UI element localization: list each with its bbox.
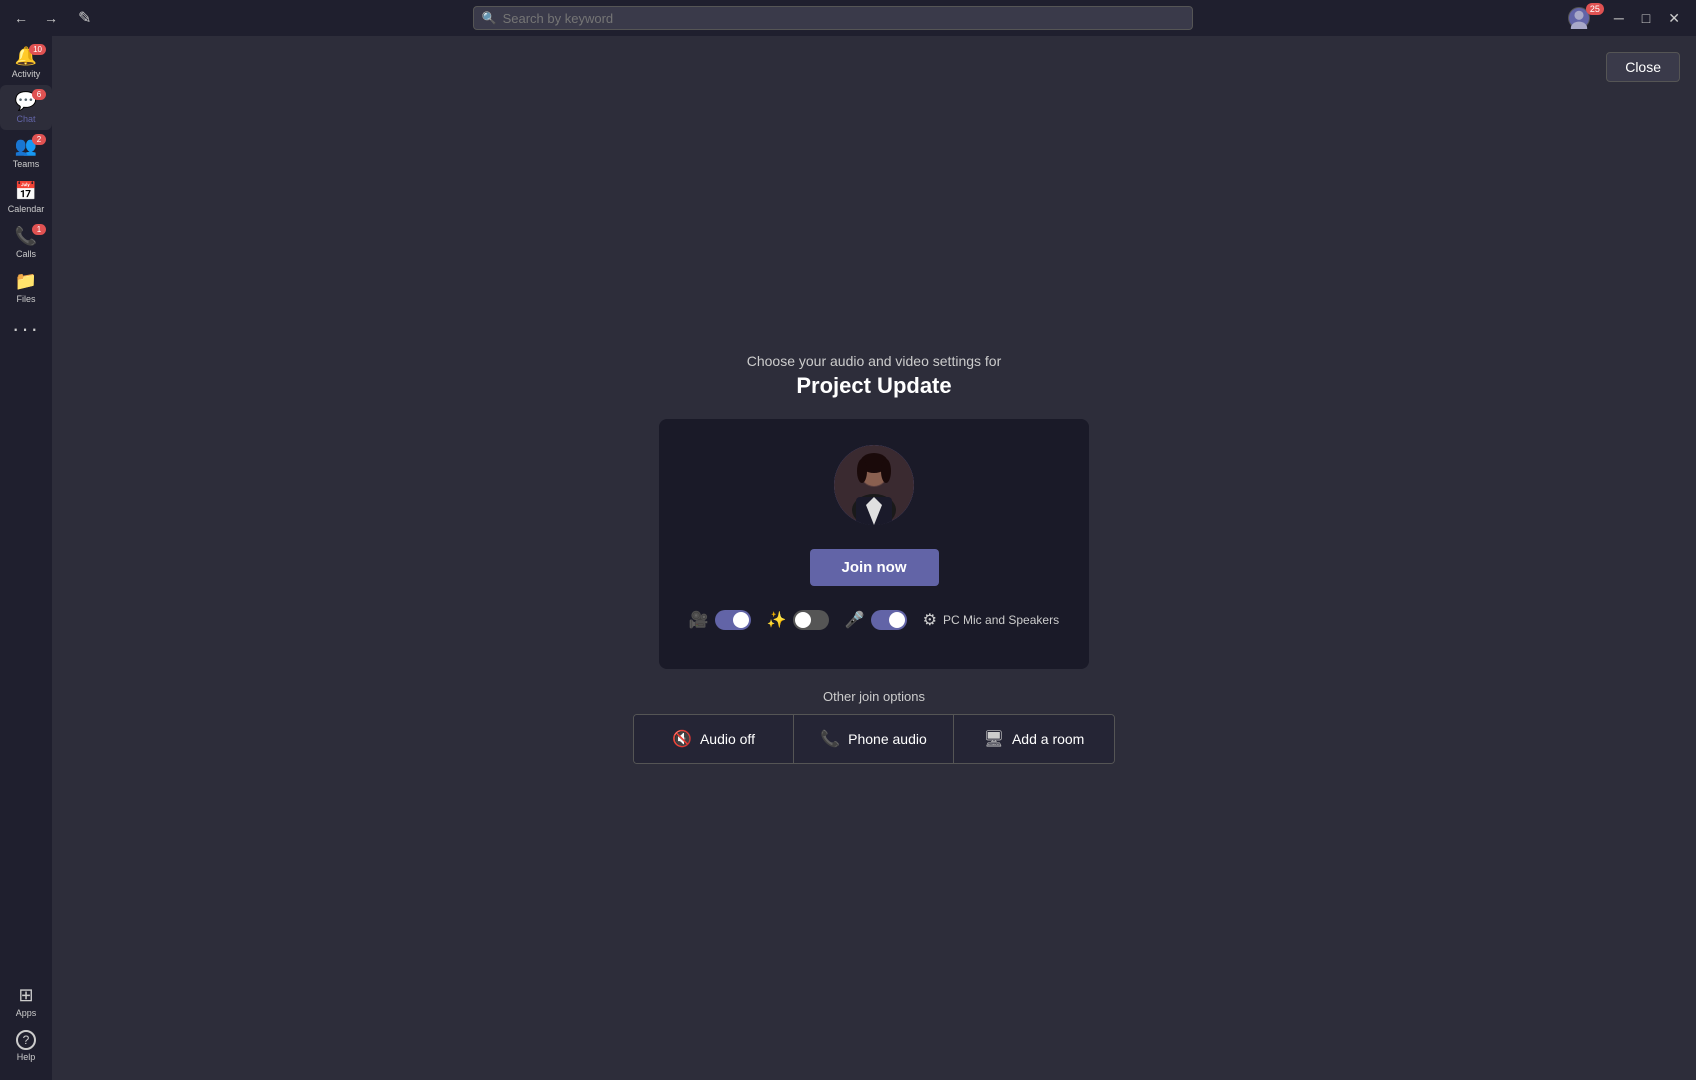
effects-toggle[interactable] xyxy=(793,610,829,630)
more-icon: ··· xyxy=(12,316,40,342)
window-controls: ─ □ ✕ xyxy=(1606,8,1688,29)
video-preview: Join now 🎥 ✨ 🎤 xyxy=(659,419,1089,669)
prejoin-container: Choose your audio and video settings for… xyxy=(633,353,1115,764)
sidebar-apps-label: Apps xyxy=(16,1008,37,1018)
video-toggle[interactable] xyxy=(715,610,751,630)
files-icon: 📁 xyxy=(15,271,37,292)
avatar-badge: 25 xyxy=(1586,3,1604,15)
search-bar: 🔍 xyxy=(473,6,1193,30)
nav-back-button[interactable]: ← xyxy=(8,8,34,28)
mic-control: 🎤 xyxy=(845,610,907,630)
titlebar: ← → ✎ 🔍 25 ─ □ ✕ xyxy=(0,0,1696,36)
mic-toggle[interactable] xyxy=(871,610,907,630)
sidebar-item-files[interactable]: 📁 Files xyxy=(0,265,52,310)
sidebar-item-chat[interactable]: 💬 6 Chat xyxy=(0,85,52,130)
close-button[interactable]: Close xyxy=(1606,52,1680,82)
sidebar-files-label: Files xyxy=(16,294,35,304)
sidebar-chat-label: Chat xyxy=(16,114,35,124)
sidebar-item-more[interactable]: ··· xyxy=(0,310,52,348)
effects-icon: ✨ xyxy=(767,610,787,630)
other-options-row: 🔇 Audio off 📞 Phone audio 🖥 Add a room xyxy=(633,714,1115,764)
sidebar-item-activity[interactable]: 🔔 10 Activity xyxy=(0,40,52,85)
speaker-label: PC Mic and Speakers xyxy=(943,613,1059,627)
help-icon: ? xyxy=(16,1030,36,1050)
sidebar-teams-label: Teams xyxy=(13,159,40,169)
nav-controls: ← → xyxy=(8,8,64,28)
sidebar-calendar-label: Calendar xyxy=(8,204,45,214)
titlebar-right: 25 ─ □ ✕ xyxy=(1568,7,1688,29)
sidebar-calls-label: Calls xyxy=(16,249,36,259)
add-room-button[interactable]: 🖥 Add a room xyxy=(954,715,1114,763)
content-area: Close Choose your audio and video settin… xyxy=(52,36,1696,1080)
calendar-icon: 📅 xyxy=(15,181,37,202)
sidebar-item-help[interactable]: ? Help xyxy=(16,1024,37,1068)
main-layout: 🔔 10 Activity 💬 6 Chat 👥 2 Teams 📅 Calen… xyxy=(0,36,1696,1080)
effects-control: ✨ xyxy=(767,610,829,630)
chat-badge: 6 xyxy=(32,89,46,100)
add-room-icon: 🖥 xyxy=(984,729,1004,749)
join-now-button[interactable]: Join now xyxy=(810,549,939,586)
video-icon: 🎥 xyxy=(689,610,709,630)
audio-off-icon: 🔇 xyxy=(672,729,692,749)
restore-button[interactable]: □ xyxy=(1634,8,1658,29)
other-options-label: Other join options xyxy=(823,689,925,704)
nav-forward-button[interactable]: → xyxy=(38,8,64,28)
activity-badge: 10 xyxy=(29,44,46,55)
apps-icon: ⊞ xyxy=(18,985,33,1006)
add-room-label: Add a room xyxy=(1012,731,1084,747)
speaker-control: ⚙ PC Mic and Speakers xyxy=(923,610,1059,630)
sidebar-item-apps[interactable]: ⊞ Apps xyxy=(16,979,37,1024)
sidebar-item-teams[interactable]: 👥 2 Teams xyxy=(0,130,52,175)
user-avatar: 25 xyxy=(1568,7,1600,29)
search-icon: 🔍 xyxy=(482,11,497,25)
speaker-icon: ⚙ xyxy=(923,610,937,630)
titlebar-left: ← → ✎ xyxy=(8,6,97,30)
prejoin-title-area: Choose your audio and video settings for… xyxy=(747,353,1002,399)
user-avatar-preview xyxy=(834,445,914,525)
prejoin-subtitle: Choose your audio and video settings for xyxy=(747,353,1002,369)
minimize-button[interactable]: ─ xyxy=(1606,8,1632,29)
sidebar-item-calendar[interactable]: 📅 Calendar xyxy=(0,175,52,220)
search-input[interactable] xyxy=(503,11,1184,26)
window-close-button[interactable]: ✕ xyxy=(1660,8,1688,29)
audio-off-label: Audio off xyxy=(700,731,755,747)
controls-row: 🎥 ✨ 🎤 ⚙ PC Mic and Speakers xyxy=(673,610,1075,642)
phone-icon: 📞 xyxy=(820,729,840,749)
sidebar: 🔔 10 Activity 💬 6 Chat 👥 2 Teams 📅 Calen… xyxy=(0,36,52,1080)
video-control: 🎥 xyxy=(689,610,751,630)
sidebar-bottom: ⊞ Apps ? Help xyxy=(16,979,37,1076)
phone-audio-label: Phone audio xyxy=(848,731,927,747)
phone-audio-button[interactable]: 📞 Phone audio xyxy=(794,715,954,763)
mic-icon: 🎤 xyxy=(845,610,865,630)
prejoin-title: Project Update xyxy=(747,373,1002,399)
sidebar-help-label: Help xyxy=(17,1052,36,1062)
teams-badge: 2 xyxy=(32,134,46,145)
sidebar-item-label: Activity xyxy=(12,69,41,79)
calls-badge: 1 xyxy=(32,224,46,235)
sidebar-item-calls[interactable]: 📞 1 Calls xyxy=(0,220,52,265)
audio-off-button[interactable]: 🔇 Audio off xyxy=(634,715,794,763)
compose-button[interactable]: ✎ xyxy=(72,6,97,30)
other-options-section: Other join options 🔇 Audio off 📞 Phone a… xyxy=(633,689,1115,764)
